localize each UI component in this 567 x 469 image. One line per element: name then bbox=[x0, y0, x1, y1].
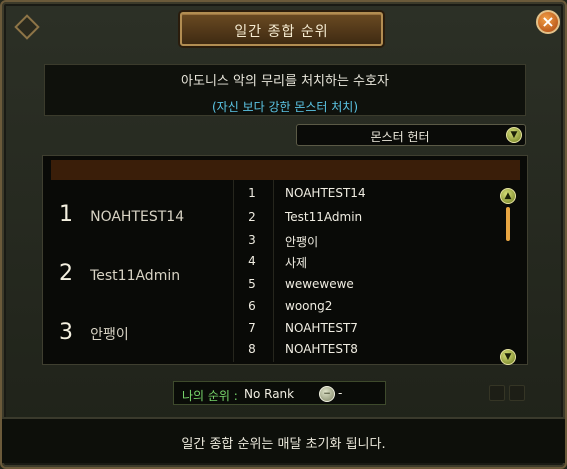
banner-title: 아도니스 악의 무리를 처치하는 수호자 bbox=[181, 74, 389, 89]
top-rank-name: NOAHTEST14 bbox=[90, 209, 185, 225]
window-title: 일간 종합 순위 bbox=[234, 24, 329, 40]
category-dropdown[interactable]: 몬스터 헌터 ▼ bbox=[296, 124, 526, 146]
ranking-number: 6 bbox=[248, 299, 256, 313]
footer-bar: 일간 종합 순위는 매달 초기화 됩니다. bbox=[2, 417, 565, 463]
quest-banner: 아도니스 악의 무리를 처치하는 수호자 (자신 보다 강한 몬스터 처치) bbox=[44, 64, 526, 116]
ranking-row[interactable]: 3 안팽이 bbox=[239, 233, 509, 255]
banner-subtitle: (자신 보다 강한 몬스터 처치) bbox=[211, 100, 359, 114]
ranking-number: 3 bbox=[248, 233, 256, 247]
ranking-number: 2 bbox=[248, 210, 256, 224]
page-next-button[interactable] bbox=[509, 385, 525, 401]
ranking-row[interactable]: 5 wewewewe bbox=[239, 277, 509, 299]
my-rank-box: 나의 순위 : No Rank − - bbox=[173, 381, 386, 405]
daily-ranking-window: 일간 종합 순위 × 아도니스 악의 무리를 처치하는 수호자 (자신 보다 강… bbox=[0, 0, 567, 469]
ranking-row[interactable]: 7 NOAHTEST7 bbox=[239, 321, 509, 343]
category-dropdown-value: 몬스터 헌터 bbox=[370, 130, 430, 144]
scroll-down-icon[interactable]: ▼ bbox=[500, 349, 516, 365]
close-button[interactable]: × bbox=[536, 10, 560, 34]
ranking-scrollbar[interactable]: ▲ ▼ bbox=[500, 185, 516, 365]
ranking-name: 안팽이 bbox=[285, 235, 319, 249]
scrollbar-thumb[interactable] bbox=[506, 207, 510, 241]
top-rank-number: 3 bbox=[59, 320, 73, 345]
top-rank-name: 안팽이 bbox=[90, 327, 129, 343]
ranking-number: 7 bbox=[248, 321, 256, 335]
ranking-name: woong2 bbox=[285, 299, 333, 313]
ranking-row[interactable]: 8 NOAHTEST8 bbox=[239, 342, 509, 364]
my-rank-value: No Rank bbox=[244, 387, 295, 401]
top-rank-name: Test11Admin bbox=[90, 268, 181, 284]
ranking-name: wewewewe bbox=[285, 277, 354, 291]
ranking-row[interactable]: 2 Test11Admin bbox=[239, 210, 509, 232]
ranking-row[interactable]: 6 woong2 bbox=[239, 299, 509, 321]
ranking-number: 1 bbox=[248, 186, 256, 200]
scroll-up-icon[interactable]: ▲ bbox=[500, 188, 516, 204]
ranking-name: 사제 bbox=[285, 256, 308, 270]
my-rank-extra: - bbox=[338, 386, 343, 400]
ranking-number: 8 bbox=[248, 342, 256, 356]
footer-notice: 일간 종합 순위는 매달 초기화 됩니다. bbox=[181, 437, 386, 452]
top-rank-3: 3 안팽이 bbox=[59, 320, 129, 345]
top-rank-2: 2 Test11Admin bbox=[59, 261, 180, 286]
top-rank-number: 2 bbox=[59, 261, 73, 286]
minus-icon[interactable]: − bbox=[319, 386, 335, 402]
chevron-down-icon[interactable]: ▼ bbox=[506, 127, 522, 143]
ranking-number: 5 bbox=[248, 277, 256, 291]
ranking-row[interactable]: 1 NOAHTEST14 bbox=[239, 186, 509, 208]
ranking-name: Test11Admin bbox=[285, 210, 363, 224]
ranking-panel-header bbox=[51, 160, 520, 180]
page-prev-button[interactable] bbox=[489, 385, 505, 401]
title-plate: 일간 종합 순위 bbox=[180, 12, 383, 46]
my-rank-label: 나의 순위 : bbox=[182, 389, 238, 403]
top-rank-number: 1 bbox=[59, 202, 73, 227]
column-divider bbox=[233, 180, 234, 362]
ranking-name: NOAHTEST14 bbox=[285, 186, 366, 200]
top-rank-1: 1 NOAHTEST14 bbox=[59, 202, 184, 227]
ranking-name: NOAHTEST8 bbox=[285, 342, 358, 356]
ranking-row[interactable]: 4 사제 bbox=[239, 254, 509, 276]
ranking-panel: 1 NOAHTEST14 2 Test11Admin 3 안팽이 1 NOAHTE… bbox=[42, 155, 528, 365]
corner-ornament-tl bbox=[14, 14, 40, 40]
ranking-number: 4 bbox=[248, 254, 256, 268]
ranking-name: NOAHTEST7 bbox=[285, 321, 358, 335]
